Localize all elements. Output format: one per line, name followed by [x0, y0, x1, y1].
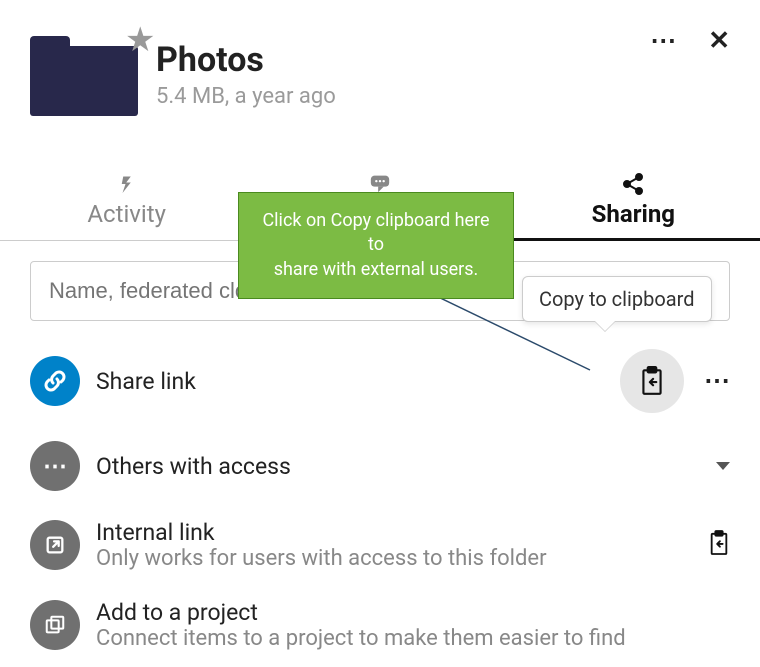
- share-icon: [507, 172, 760, 198]
- tab-sharing[interactable]: Sharing: [507, 172, 760, 241]
- add-project-row[interactable]: Add to a project Connect items to a proj…: [30, 585, 730, 651]
- others-icon: ⋯: [30, 441, 80, 491]
- annotation-line2: share with external users.: [253, 258, 499, 282]
- tab-activity-label: Activity: [87, 200, 166, 228]
- copy-clipboard-tooltip: Copy to clipboard: [522, 276, 712, 322]
- share-link-label: Share link: [96, 368, 604, 395]
- link-icon: [30, 356, 80, 406]
- share-link-more-button[interactable]: ⋯: [704, 366, 730, 396]
- more-actions-button[interactable]: ⋯: [650, 26, 676, 56]
- others-expand-caret[interactable]: [716, 462, 730, 470]
- header-actions: ⋯ ✕: [650, 20, 730, 56]
- favorite-star-icon[interactable]: ★: [125, 20, 155, 60]
- internal-link-copy-button[interactable]: [708, 530, 730, 560]
- lightning-icon: [0, 172, 253, 198]
- others-access-label: Others with access: [96, 453, 700, 480]
- title-block: Photos 5.4 MB, a year ago: [156, 20, 650, 109]
- close-button[interactable]: ✕: [708, 26, 730, 56]
- folder-icon: ★: [30, 28, 138, 116]
- project-icon: [30, 600, 80, 650]
- tab-sharing-label: Sharing: [592, 200, 675, 228]
- tooltip-text: Copy to clipboard: [539, 287, 695, 311]
- internal-link-sub: Only works for users with access to this…: [96, 546, 692, 571]
- page-title: Photos: [156, 40, 650, 80]
- others-access-row[interactable]: ⋯ Others with access: [30, 427, 730, 505]
- share-link-row: Share link ⋯: [30, 335, 730, 427]
- header: ★ Photos 5.4 MB, a year ago ⋯ ✕: [0, 0, 760, 126]
- tab-activity[interactable]: Activity: [0, 172, 253, 240]
- copy-clipboard-button[interactable]: [620, 349, 684, 413]
- page-subtitle: 5.4 MB, a year ago: [156, 84, 650, 109]
- add-project-sub: Connect items to a project to make them …: [96, 626, 730, 651]
- internal-link-row: Internal link Only works for users with …: [30, 505, 730, 585]
- internal-link-icon: [30, 520, 80, 570]
- internal-link-title: Internal link: [96, 519, 692, 546]
- annotation-line1: Click on Copy clipboard here to: [253, 209, 499, 258]
- add-project-title: Add to a project: [96, 599, 730, 626]
- instruction-callout: Click on Copy clipboard here to share wi…: [238, 192, 514, 299]
